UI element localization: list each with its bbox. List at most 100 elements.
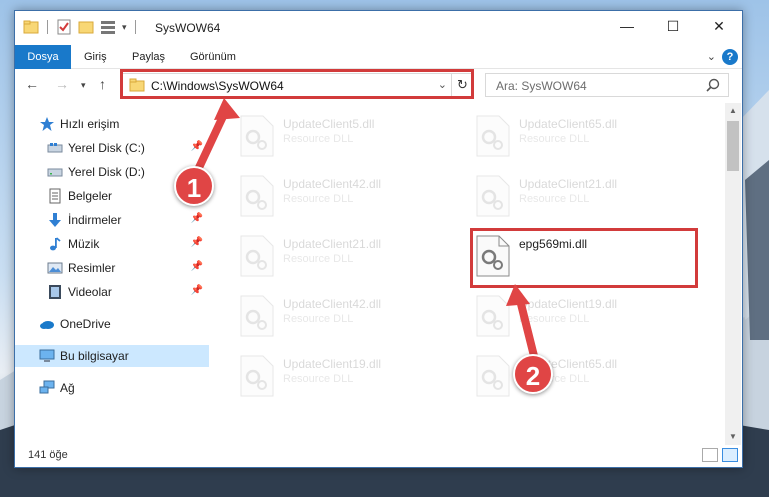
file-name: UpdateClient5.dll — [283, 117, 375, 131]
file-item[interactable]: UpdateClient42.dll Resource DLL — [235, 171, 455, 227]
properties-icon[interactable] — [56, 19, 72, 35]
dll-file-icon — [239, 175, 275, 217]
file-item[interactable]: UpdateClient19.dll Resource DLL — [235, 351, 455, 407]
sidebar-item-label: Resimler — [68, 261, 116, 275]
dll-file-icon — [475, 175, 511, 217]
recent-locations-icon[interactable]: ▾ — [81, 80, 86, 91]
view-switcher — [702, 448, 738, 462]
drive-icon — [47, 140, 63, 156]
sidebar-item-label: İndirmeler — [68, 213, 122, 227]
address-bar-highlight — [120, 69, 474, 99]
file-name: UpdateClient19.dll — [283, 357, 382, 371]
sidebar-item-videos[interactable]: Videolar 📌 — [15, 281, 209, 303]
sidebar-item-network[interactable]: Ağ — [15, 377, 209, 399]
item-count: 141 öğe — [28, 449, 68, 461]
customize-toolbar-icon[interactable]: ▾ — [122, 22, 127, 33]
sidebar-item-quick-access[interactable]: Hızlı erişim — [15, 113, 209, 135]
file-name: UpdateClient21.dll — [283, 237, 382, 251]
sidebar-item-onedrive[interactable]: OneDrive — [15, 313, 209, 335]
tab-view[interactable]: Görünüm — [179, 45, 247, 69]
sidebar-item-this-pc[interactable]: Bu bilgisayar — [15, 345, 209, 367]
window-controls: — ☐ ✕ — [604, 11, 742, 41]
cloud-icon — [39, 316, 55, 332]
file-type: Resource DLL — [283, 133, 354, 145]
search-input[interactable]: Ara: SysWOW64 — [485, 73, 729, 97]
pin-icon[interactable]: 📌 — [191, 213, 203, 224]
music-icon — [47, 236, 63, 252]
dll-file-icon — [239, 235, 275, 277]
tab-home[interactable]: Giriş — [73, 45, 118, 69]
file-name: UpdateClient21.dll — [519, 177, 618, 191]
file-type: Resource DLL — [519, 313, 590, 325]
file-type: Resource DLL — [283, 193, 354, 205]
sidebar-item-pictures[interactable]: Resimler 📌 — [15, 257, 209, 279]
file-item[interactable]: UpdateClient19.dll Resource DLL — [471, 291, 691, 347]
file-type: Resource DLL — [519, 133, 590, 145]
scroll-down-icon[interactable]: ▼ — [725, 429, 741, 445]
sidebar-item-label: Yerel Disk (C:) — [68, 141, 145, 155]
toolbar-divider — [134, 20, 136, 34]
window-title: SysWOW64 — [155, 21, 221, 35]
dll-file-icon — [475, 295, 511, 337]
back-arrow-icon[interactable]: ← — [25, 76, 39, 92]
title-bar: ▾ SysWOW64 — ☐ ✕ — [15, 11, 742, 45]
pictures-icon — [47, 260, 63, 276]
dll-file-icon — [239, 115, 275, 157]
file-type: Resource DLL — [283, 253, 354, 265]
network-icon — [39, 380, 55, 396]
expand-ribbon-icon[interactable]: ⌄ — [707, 50, 716, 63]
sidebar-item-label: Videolar — [68, 285, 112, 299]
file-item[interactable]: UpdateClient65.dll Resource DLL — [471, 111, 691, 167]
ribbon-tabs: Dosya Giriş Paylaş Görünüm ⌄ ? — [15, 45, 742, 69]
sidebar-item-local-disk-c[interactable]: Yerel Disk (C:) 📌 — [15, 137, 209, 159]
sidebar-item-label: OneDrive — [60, 317, 111, 331]
step-2-badge: 2 — [513, 354, 553, 394]
file-item[interactable]: UpdateClient65.dll Resource DLL — [471, 351, 691, 407]
tab-share[interactable]: Paylaş — [121, 45, 176, 69]
file-item[interactable]: UpdateClient5.dll Resource DLL — [235, 111, 455, 167]
scrollbar-thumb[interactable] — [727, 121, 739, 171]
file-type: Resource DLL — [283, 313, 354, 325]
dll-file-icon — [239, 355, 275, 397]
search-placeholder: Ara: SysWOW64 — [496, 79, 587, 93]
sidebar-item-music[interactable]: Müzik 📌 — [15, 233, 209, 255]
view-options-icon[interactable] — [100, 19, 116, 35]
up-arrow-icon[interactable]: ↑ — [99, 76, 106, 92]
dll-file-icon — [475, 355, 511, 397]
minimize-button[interactable]: — — [604, 11, 650, 41]
file-name: UpdateClient42.dll — [283, 297, 382, 311]
sidebar-item-label: Hızlı erişim — [60, 117, 120, 131]
dll-file-icon — [475, 115, 511, 157]
tiles-view-icon[interactable] — [722, 448, 738, 462]
sidebar-item-label: Belgeler — [68, 189, 113, 203]
close-button[interactable]: ✕ — [696, 11, 742, 41]
help-icon[interactable]: ? — [722, 49, 738, 65]
navigation-pane: Hızlı erişim Yerel Disk (C:) 📌 Yerel Dis… — [15, 105, 211, 443]
pin-icon[interactable]: 📌 — [191, 261, 203, 272]
scroll-up-icon[interactable]: ▲ — [725, 103, 741, 119]
file-type: Resource DLL — [283, 373, 354, 385]
details-view-icon[interactable] — [702, 448, 718, 462]
folder-icon[interactable] — [23, 19, 39, 35]
pin-icon[interactable]: 📌 — [191, 285, 203, 296]
forward-arrow-icon[interactable]: → — [55, 76, 69, 92]
documents-icon — [47, 188, 63, 204]
pin-icon[interactable]: 📌 — [191, 237, 203, 248]
maximize-button[interactable]: ☐ — [650, 11, 696, 41]
vertical-scrollbar[interactable]: ▲ ▼ — [725, 103, 741, 445]
file-item[interactable]: UpdateClient21.dll Resource DLL — [471, 171, 691, 227]
file-item[interactable]: UpdateClient42.dll Resource DLL — [235, 291, 455, 347]
file-name: UpdateClient19.dll — [519, 297, 618, 311]
tab-file[interactable]: Dosya — [15, 45, 71, 69]
sidebar-item-label: Ağ — [60, 381, 75, 395]
new-folder-icon[interactable] — [78, 19, 94, 35]
file-item[interactable]: UpdateClient21.dll Resource DLL — [235, 231, 455, 287]
pin-icon[interactable]: 📌 — [191, 141, 203, 152]
drive-icon — [47, 164, 63, 180]
download-icon — [47, 212, 63, 228]
computer-icon — [39, 348, 55, 364]
file-name: UpdateClient42.dll — [283, 177, 382, 191]
sidebar-item-downloads[interactable]: İndirmeler 📌 — [15, 209, 209, 231]
file-name: UpdateClient65.dll — [519, 117, 618, 131]
search-icon[interactable] — [706, 78, 720, 95]
